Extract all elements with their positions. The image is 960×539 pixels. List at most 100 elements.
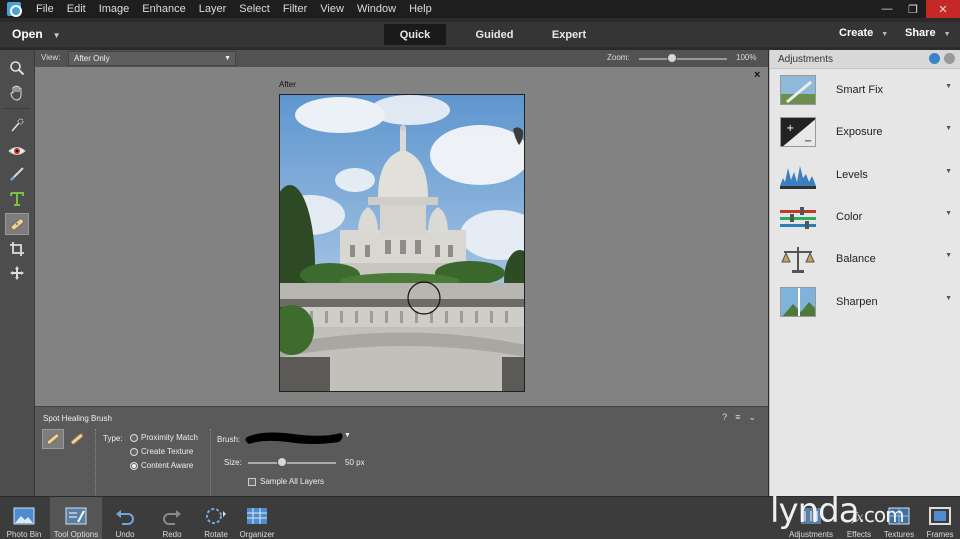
smart-fix-icon (780, 75, 816, 105)
redo-button[interactable]: Redo (157, 497, 187, 539)
menu-help[interactable]: Help (409, 0, 432, 18)
adjustment-color[interactable]: Color ▼ (770, 198, 960, 238)
radio-content-aware[interactable]: Content Aware (130, 461, 193, 470)
zoom-slider-track[interactable] (639, 58, 727, 60)
organizer-icon (246, 503, 268, 529)
frames-button[interactable]: Frames (923, 497, 957, 539)
radio-circle-selected (130, 461, 138, 470)
size-slider-thumb[interactable] (277, 457, 288, 467)
tab-expert[interactable]: Expert (543, 24, 595, 45)
type-tool-icon[interactable] (5, 188, 29, 210)
radio-proximity-match[interactable]: Proximity Match (130, 433, 198, 442)
spot-healing-brush-tool-icon[interactable] (5, 213, 29, 235)
svg-text:+: + (786, 123, 794, 134)
help-icon[interactable] (944, 53, 955, 64)
radio-create-texture[interactable]: Create Texture (130, 447, 193, 456)
levels-icon (780, 160, 816, 190)
brush-preview[interactable] (243, 427, 347, 449)
chevron-down-icon: ▼ (945, 168, 952, 175)
undo-label: Undo (115, 530, 135, 539)
menu-bar: File Edit Image Enhance Layer Select Fil… (0, 0, 960, 18)
hand-tool-icon[interactable] (5, 82, 29, 104)
menu-enhance[interactable]: Enhance (142, 0, 185, 18)
adjustment-exposure[interactable]: + − Exposure ▼ (770, 113, 960, 153)
reset-panel-icon[interactable] (929, 53, 940, 64)
menu-view[interactable]: View (320, 0, 344, 18)
zoom-tool-icon[interactable] (5, 57, 29, 79)
toolbox (0, 50, 35, 496)
sharpen-icon (780, 287, 816, 317)
menu-filter[interactable]: Filter (283, 0, 307, 18)
adjustment-balance[interactable]: Balance ▼ (770, 240, 960, 280)
sample-all-layers-checkbox[interactable]: Sample All Layers (248, 477, 324, 486)
collapse-icon[interactable]: ⌄ (748, 412, 756, 423)
radio-label: Content Aware (141, 461, 194, 470)
crop-tool-icon[interactable] (5, 238, 29, 260)
redo-icon (162, 503, 182, 529)
share-button[interactable]: Share ▼ (905, 27, 951, 39)
color-sliders-icon (780, 202, 816, 232)
help-icon[interactable]: ? (722, 412, 727, 423)
adjustment-smart-fix[interactable]: Smart Fix ▼ (770, 71, 960, 111)
radio-circle (130, 447, 138, 456)
undo-button[interactable]: Undo (110, 497, 140, 539)
menu-file[interactable]: File (36, 0, 54, 18)
close-view-icon[interactable]: × (754, 69, 760, 81)
move-tool-icon[interactable] (5, 262, 29, 284)
adjustment-label: Exposure (836, 126, 883, 138)
photo-canvas[interactable] (279, 94, 525, 392)
restore-button[interactable]: ❐ (900, 0, 926, 18)
open-button[interactable]: Open ▼ (12, 27, 61, 41)
menu-edit[interactable]: Edit (67, 0, 86, 18)
textures-label: Textures (883, 530, 915, 539)
chevron-down-icon: ▼ (945, 210, 952, 217)
healing-brush-mode-button[interactable] (66, 429, 88, 449)
open-dropdown-icon[interactable]: ▼ (53, 31, 61, 40)
view-select[interactable]: After Only ▼ (68, 51, 236, 66)
adjustment-label: Sharpen (836, 296, 878, 308)
zoom-slider-thumb[interactable] (667, 53, 678, 63)
options-divider (210, 429, 211, 495)
tab-guided[interactable]: Guided (463, 24, 526, 45)
photo-bin-button[interactable]: Photo Bin (4, 497, 44, 539)
minimize-button[interactable]: — (874, 0, 900, 18)
adjustment-sharpen[interactable]: Sharpen ▼ (770, 283, 960, 323)
photo-bin-label: Photo Bin (6, 530, 42, 539)
adjustments-header-icons (929, 53, 955, 64)
bandage-icon (46, 433, 60, 445)
panel-menu-icon[interactable]: ≡ (735, 412, 740, 423)
undo-icon (115, 503, 135, 529)
chevron-down-icon: ▼ (224, 55, 231, 62)
tab-quick[interactable]: Quick (384, 24, 446, 45)
quick-selection-tool-icon[interactable] (5, 114, 29, 136)
red-eye-tool-icon[interactable] (5, 140, 29, 162)
adjustment-levels[interactable]: Levels ▼ (770, 156, 960, 196)
size-slider-track[interactable] (248, 462, 336, 464)
create-label: Create (839, 27, 874, 39)
menu-window[interactable]: Window (357, 0, 396, 18)
lynda-watermark: lynda.com (770, 491, 905, 531)
adjustments-label: Adjustments (788, 530, 834, 539)
menu-layer[interactable]: Layer (199, 0, 227, 18)
options-divider (95, 429, 96, 495)
menu-select[interactable]: Select (239, 0, 270, 18)
brush-picker-dropdown-icon[interactable]: ▼ (344, 432, 351, 439)
exposure-icon: + − (780, 117, 816, 147)
create-button[interactable]: Create ▼ (839, 27, 888, 39)
tool-options-header-icons: ? ≡ ⌄ (722, 412, 756, 423)
spot-healing-mode-button[interactable] (42, 429, 64, 449)
rotate-button[interactable]: Rotate (200, 497, 232, 539)
tool-options-button[interactable]: Tool Options (50, 497, 102, 539)
rotate-label: Rotate (204, 530, 228, 539)
open-label: Open (12, 27, 43, 41)
basilica-photo (280, 95, 524, 391)
close-window-button[interactable]: ✕ (926, 0, 960, 18)
size-label: Size: (224, 458, 242, 467)
bandage-icon (70, 433, 84, 445)
organizer-button[interactable]: Organizer (237, 497, 277, 539)
after-label: After (279, 80, 296, 89)
whiten-teeth-tool-icon[interactable] (5, 163, 29, 185)
radio-circle (130, 433, 138, 442)
menu-image[interactable]: Image (99, 0, 130, 18)
mode-tabs: Quick Guided Expert (384, 24, 612, 45)
